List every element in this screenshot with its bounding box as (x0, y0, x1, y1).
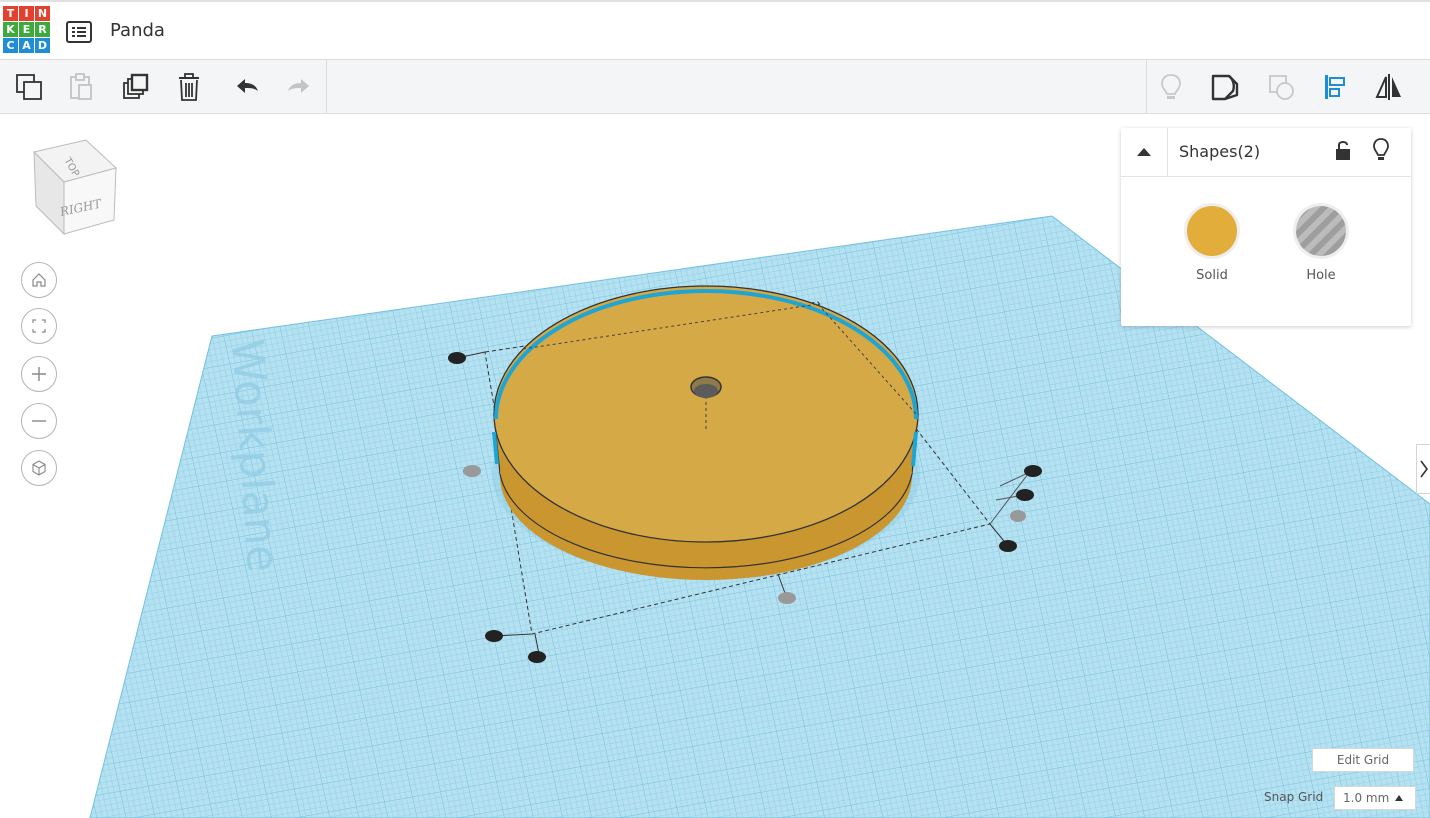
logo-letter: K (3, 22, 18, 37)
zoom-out-button[interactable] (21, 403, 57, 439)
zoom-out-icon (32, 420, 46, 422)
panel-header: Shapes(2) (1121, 128, 1411, 177)
3d-viewport[interactable]: Workplane TOP RIGHT Shapes(2) Solid Hole… (0, 114, 1430, 818)
caret-up-icon (1395, 795, 1404, 801)
group-button[interactable] (1264, 70, 1298, 104)
snap-grid-label: Snap Grid (1264, 790, 1324, 804)
lock-button[interactable] (1333, 138, 1353, 166)
shape-inspector-panel: Shapes(2) Solid Hole (1121, 128, 1411, 326)
light-bulb-button[interactable] (1154, 70, 1188, 104)
resize-handle[interactable] (778, 592, 796, 604)
panel-title: Shapes(2) (1179, 142, 1261, 161)
side-panel-toggle[interactable] (1416, 444, 1430, 494)
redo-icon (288, 79, 309, 93)
resize-handle[interactable] (528, 651, 546, 663)
project-list-icon[interactable] (66, 21, 92, 43)
logo-letter: N (35, 6, 50, 21)
align-icon (1325, 75, 1345, 99)
logo-letter: I (19, 6, 34, 21)
toolbar-separator (326, 60, 327, 114)
view-cube[interactable]: TOP RIGHT (28, 138, 124, 238)
caret-up-icon (1137, 148, 1151, 156)
paste-button[interactable] (64, 70, 98, 104)
collapse-panel-button[interactable] (1121, 128, 1168, 176)
logo-letter: D (35, 38, 50, 53)
paste-icon (70, 73, 92, 100)
hole-label: Hole (1306, 268, 1336, 283)
note-button[interactable] (1208, 70, 1242, 104)
resize-handle[interactable] (463, 465, 481, 477)
rotate-handle[interactable] (1024, 465, 1042, 477)
zoom-in-icon (32, 367, 46, 381)
duplicate-icon (123, 73, 149, 99)
solid-label: Solid (1196, 268, 1228, 283)
hole-swatch[interactable] (1296, 206, 1346, 256)
logo-letter: A (19, 38, 34, 53)
logo-letter: R (35, 22, 50, 37)
resize-handle[interactable] (485, 630, 503, 642)
edit-grid-button[interactable]: Edit Grid (1312, 748, 1414, 772)
light-bulb-icon (1373, 138, 1389, 160)
tinkercad-logo[interactable]: TIN KER CAD (3, 6, 53, 58)
delete-button[interactable] (172, 70, 206, 104)
snap-grid-value: 1.0 mm (1343, 791, 1390, 805)
chevron-right-icon (1419, 460, 1428, 478)
hide-button[interactable] (1371, 137, 1391, 167)
zoom-in-button[interactable] (21, 356, 57, 392)
fit-view-button[interactable] (21, 308, 57, 344)
solid-swatch[interactable] (1187, 206, 1237, 256)
undo-button[interactable] (230, 70, 264, 104)
duplicate-button[interactable] (118, 70, 152, 104)
home-icon (32, 273, 46, 287)
mirror-icon (1375, 74, 1401, 100)
title-bar: TIN KER CAD Panda (0, 0, 1430, 60)
mirror-button[interactable] (1372, 70, 1406, 104)
unlock-icon (1336, 141, 1350, 160)
redo-button[interactable] (282, 70, 316, 104)
light-bulb-icon (1161, 74, 1181, 99)
toolbar (0, 60, 1430, 114)
fit-icon (32, 319, 46, 333)
toolbar-separator (1146, 60, 1147, 114)
logo-letter: T (3, 6, 18, 21)
project-name[interactable]: Panda (110, 20, 165, 41)
undo-icon (237, 79, 258, 93)
ortho-icon (32, 460, 46, 476)
align-button[interactable] (1318, 70, 1352, 104)
ortho-view-button[interactable] (21, 450, 57, 486)
resize-handle[interactable] (999, 540, 1017, 552)
home-view-button[interactable] (21, 262, 57, 298)
note-icon (1211, 74, 1239, 101)
copy-icon (16, 74, 42, 100)
rotate-handle[interactable] (1016, 489, 1034, 501)
logo-letter: C (3, 38, 18, 53)
height-handle[interactable] (1010, 510, 1026, 522)
resize-handle[interactable] (448, 352, 466, 364)
snap-grid-select[interactable]: 1.0 mm (1334, 786, 1416, 810)
delete-icon (179, 73, 199, 101)
copy-button[interactable] (12, 70, 46, 104)
logo-letter: E (19, 22, 34, 37)
group-icon (1269, 75, 1294, 100)
